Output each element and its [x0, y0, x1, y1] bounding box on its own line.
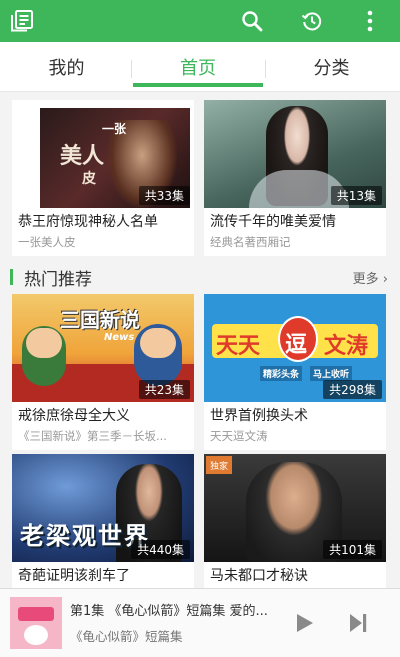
cover-text: 精彩头条	[260, 366, 303, 381]
cover-text: 马上收听	[310, 366, 353, 381]
tab-indicator	[133, 83, 263, 87]
exclusive-badge: 独家	[206, 456, 232, 474]
play-icon	[297, 614, 313, 632]
episode-count-badge: 共101集	[323, 540, 382, 559]
episode-count-badge: 共33集	[138, 186, 190, 205]
cover-text: 皮	[82, 171, 96, 187]
episode-count-badge: 共298集	[323, 380, 382, 399]
album-title: 恭王府惊现神秘人名单	[18, 214, 158, 230]
hot-recommend-header: 热门推荐 更多 ›	[0, 258, 400, 294]
tab-category[interactable]: 分类	[263, 42, 400, 92]
more-vertical-icon[interactable]	[356, 0, 384, 42]
album-subtitle: 经典名著西厢记	[210, 235, 291, 249]
album-card[interactable]: 天天 逗 文涛 精彩头条 马上收听 共298集 世界首例换头术 天天逗文涛	[204, 294, 386, 450]
tab-divider	[131, 60, 132, 78]
album-cover: 三国新说 News 共23集	[12, 294, 194, 402]
section-accent-bar	[10, 269, 13, 285]
album-title: 奇葩证明该刹车了	[18, 568, 130, 584]
episode-count-badge: 共23集	[138, 380, 190, 399]
album-title: 戒徐庶徐母全大义	[18, 408, 130, 424]
app-bar	[0, 0, 400, 42]
play-button[interactable]	[288, 607, 320, 639]
skip-next-icon	[350, 614, 367, 632]
history-icon[interactable]	[294, 0, 330, 42]
album-subtitle: 一张美人皮	[18, 235, 76, 249]
album-card[interactable]: 三国新说 News 共23集 戒徐庶徐母全大义 《三国新说》第三季－长坂...	[12, 294, 194, 450]
album-card[interactable]: 美人 一张 皮 共33集 恭王府惊现神秘人名单 一张美人皮	[12, 100, 194, 256]
mini-player[interactable]: 第1集 《龟心似箭》短篇集 爱的... 《龟心似箭》短篇集	[0, 588, 400, 657]
tab-divider	[265, 60, 266, 78]
album-card[interactable]: 老梁观世界 共440集 奇葩证明该刹车了	[12, 454, 194, 588]
album-card[interactable]: 共13集 流传千年的唯美爱情 经典名著西厢记	[204, 100, 386, 256]
more-label: 更多	[352, 272, 379, 287]
cover-text: News	[104, 332, 135, 343]
now-playing-title: 第1集 《龟心似箭》短篇集 爱的...	[70, 604, 268, 619]
cover-text: 文涛	[324, 334, 369, 359]
cover-text: 天天	[216, 334, 261, 359]
album-cover: 美人 一张 皮 共33集	[12, 100, 194, 208]
more-link[interactable]: 更多 ›	[353, 268, 388, 287]
album-subtitle: 天天逗文涛	[210, 429, 268, 443]
album-cover: 共13集	[204, 100, 386, 208]
episode-count-badge: 共440集	[131, 540, 190, 559]
album-cover: 独家 共101集	[204, 454, 386, 562]
album-title: 世界首例换头术	[210, 408, 308, 424]
next-button[interactable]	[342, 607, 374, 639]
cover-text: 一张	[102, 122, 127, 136]
album-title: 流传千年的唯美爱情	[210, 214, 336, 230]
section-title: 热门推荐	[24, 270, 92, 290]
cover-text: 逗	[285, 333, 308, 358]
now-playing-subtitle: 《龟心似箭》短篇集	[70, 629, 183, 644]
now-playing-cover	[10, 597, 62, 649]
cover-text: 美人	[60, 143, 105, 169]
home-feed[interactable]: 美人 一张 皮 共33集 恭王府惊现神秘人名单 一张美人皮 共13集 流传千年的…	[0, 92, 400, 588]
album-card[interactable]: 独家 共101集 马未都口才秘诀	[204, 454, 386, 588]
cover-text: 三国新说	[60, 308, 140, 332]
episode-count-badge: 共13集	[330, 186, 382, 205]
notes-icon[interactable]	[4, 0, 40, 42]
album-cover: 老梁观世界 共440集	[12, 454, 194, 562]
chevron-right-icon: ›	[378, 272, 388, 287]
search-icon[interactable]	[234, 0, 270, 42]
album-title: 马未都口才秘诀	[210, 568, 308, 584]
album-cover: 天天 逗 文涛 精彩头条 马上收听 共298集	[204, 294, 386, 402]
tab-mine[interactable]: 我的	[0, 42, 133, 92]
album-subtitle: 《三国新说》第三季－长坂...	[18, 429, 167, 443]
